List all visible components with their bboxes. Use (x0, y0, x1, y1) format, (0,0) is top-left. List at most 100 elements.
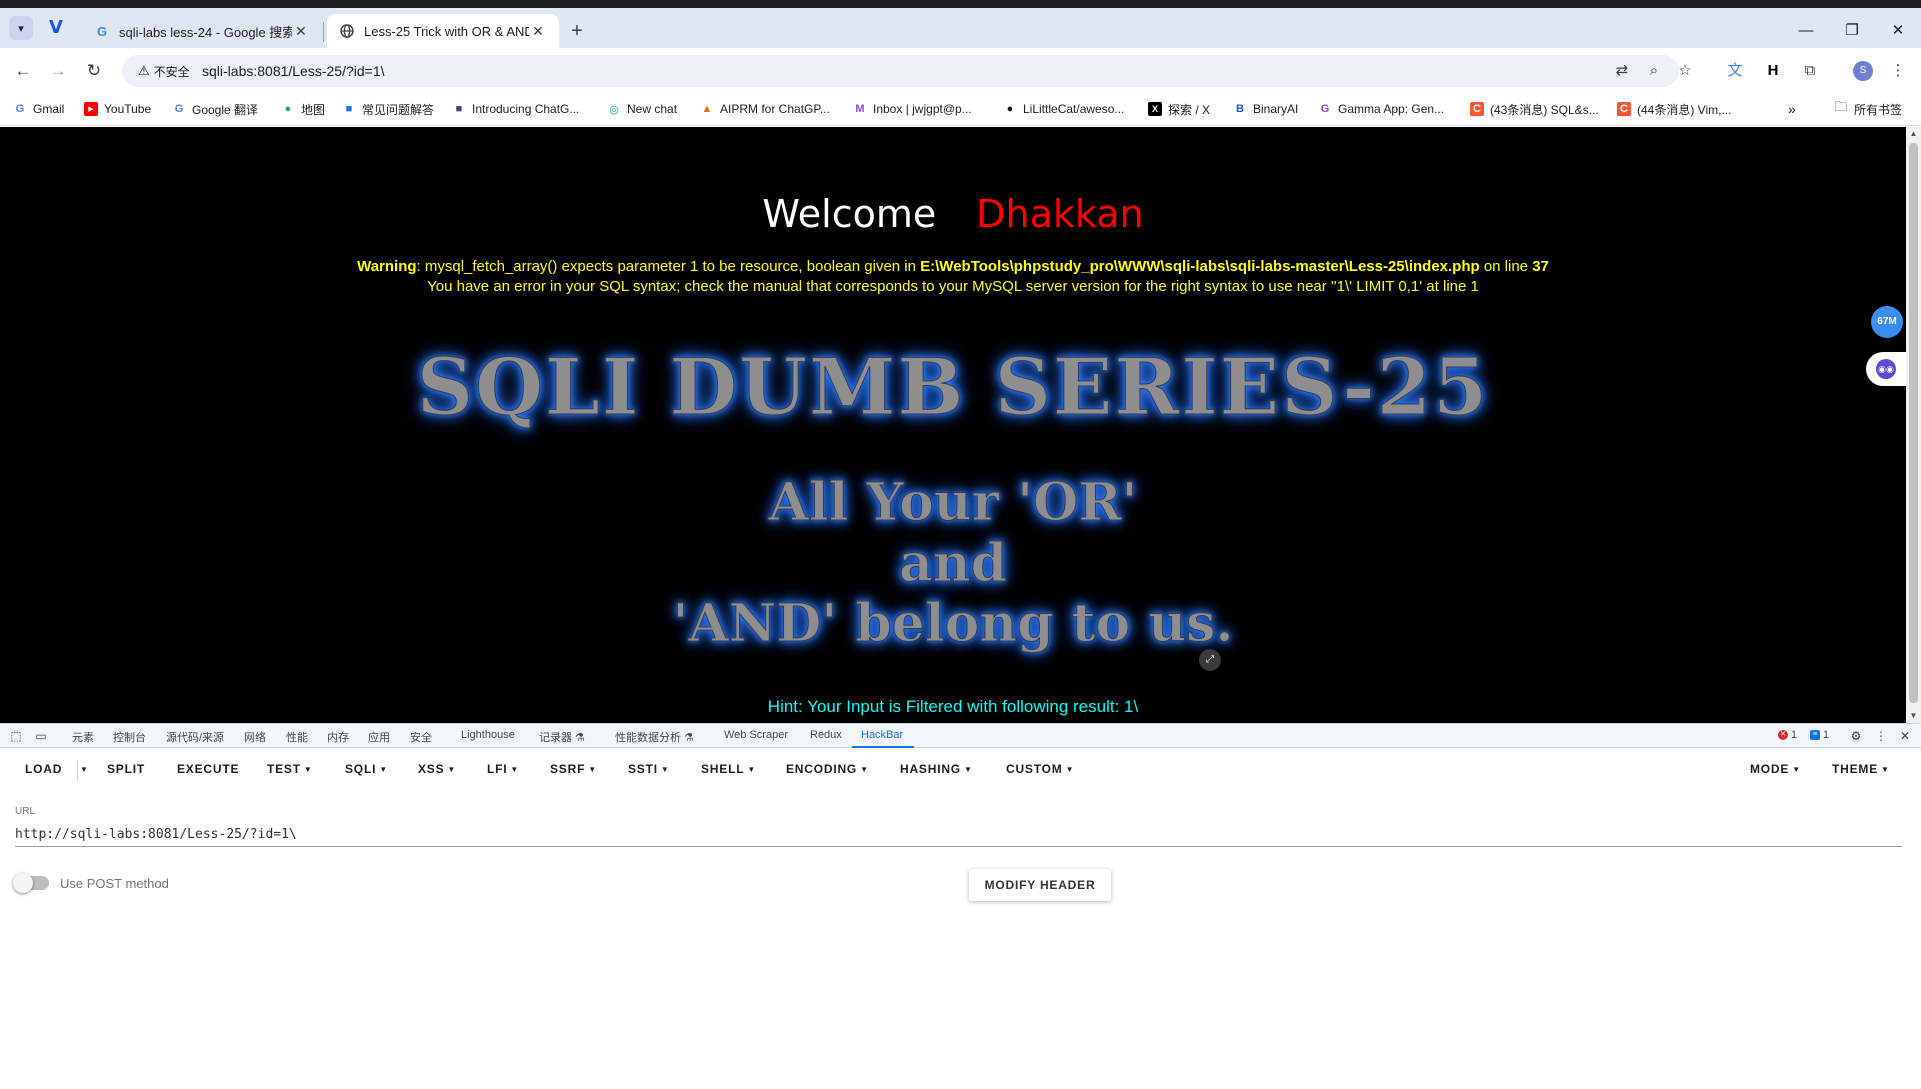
lfi-menu[interactable]: LFI ▼ (487, 762, 519, 776)
pinned-logo-icon[interactable]: V (49, 18, 69, 38)
sqli-menu[interactable]: SQLI ▼ (345, 762, 388, 776)
tab-performance-insights[interactable]: 性能数据分析 ⚗ (615, 729, 694, 745)
scroll-down-icon[interactable]: ▼ (1906, 711, 1921, 720)
all-bookmarks-folder[interactable]: 🗀 所有书签 (1834, 99, 1902, 118)
custom-menu[interactable]: CUSTOM ▼ (1006, 762, 1074, 776)
zoom-icon[interactable]: ⌕ (1644, 61, 1664, 81)
chatgpt-icon: ■ (455, 103, 463, 115)
message-counter[interactable]: ≡ 1 (1810, 729, 1829, 741)
devtools-settings-gear-icon[interactable]: ⚙ (1848, 728, 1864, 744)
post-method-toggle[interactable] (13, 873, 49, 893)
caret-down-icon: ▼ (510, 765, 520, 774)
bookmark-youtube[interactable]: ▶ YouTube (84, 100, 151, 118)
welcome-heading: Welcome Dhakkan (0, 192, 1906, 236)
theme-menu[interactable]: THEME ▼ (1832, 762, 1890, 776)
bookmark-github[interactable]: ● LiLittleCat/aweso... (1003, 100, 1125, 118)
devtools-close-icon[interactable]: ✕ (1897, 728, 1913, 744)
tab-application[interactable]: 应用 (368, 729, 390, 745)
map-pin-icon: ● (284, 103, 292, 115)
more-menu-icon[interactable]: ⋮ (1887, 60, 1909, 82)
reload-button[interactable]: ↻ (81, 58, 107, 84)
forward-button[interactable]: → (45, 58, 71, 84)
bookmark-new-chat[interactable]: ◎ New chat (607, 100, 677, 118)
address-url[interactable]: sqli-labs:8081/Less-25/?id=1\ (202, 63, 385, 79)
hackbar-extension-icon[interactable]: H (1762, 60, 1784, 82)
back-button[interactable]: ← (10, 58, 36, 84)
shell-menu[interactable]: SHELL ▼ (701, 762, 756, 776)
inspect-element-icon[interactable]: ⬚ (8, 728, 24, 744)
profile-avatar[interactable]: S (1853, 61, 1873, 81)
tab-memory[interactable]: 内存 (327, 729, 349, 745)
encoding-menu[interactable]: ENCODING ▼ (786, 762, 869, 776)
subtitle-line-2: and (899, 533, 1008, 595)
bookmark-star-icon[interactable]: ☆ (1675, 61, 1695, 81)
tab-recorder[interactable]: 记录器 ⚗ (539, 729, 585, 745)
tab-search-button[interactable]: ▾ (9, 16, 33, 40)
close-window-button[interactable]: ✕ (1883, 18, 1913, 44)
globe-icon (339, 23, 355, 39)
new-tab-button[interactable]: + (565, 20, 589, 44)
load-dropdown-caret-icon[interactable]: ▼ (80, 765, 89, 774)
url-input[interactable] (15, 823, 1902, 847)
bookmark-introducing-chatgpt[interactable]: ■ Introducing ChatG... (452, 100, 580, 118)
load-button[interactable]: LOAD (25, 762, 62, 776)
devtools-more-icon[interactable]: ⋮ (1873, 728, 1889, 744)
ssti-menu[interactable]: SSTI ▼ (628, 762, 670, 776)
tab-security[interactable]: 安全 (410, 729, 432, 745)
tab-lighthouse[interactable]: Lighthouse (461, 729, 515, 741)
execute-button[interactable]: EXECUTE (177, 762, 239, 776)
bookmark-aiprm[interactable]: ▲ AIPRM for ChatGP... (700, 100, 830, 118)
ssrf-menu[interactable]: SSRF ▼ (550, 762, 597, 776)
tab-elements[interactable]: 元素 (72, 729, 94, 745)
split-button[interactable]: SPLIT (107, 762, 145, 776)
bookmark-csdn-43[interactable]: C (43条消息) SQL&s... (1470, 100, 1599, 118)
tab-web-scraper[interactable]: Web Scraper (724, 729, 788, 741)
close-tab-icon[interactable]: ✕ (529, 23, 547, 40)
address-bar[interactable]: ⚠ 不安全 sqli-labs:8081/Less-25/?id=1\ ⇄ ⌕ … (122, 55, 1692, 87)
bookmark-inbox[interactable]: M Inbox | jwjgpt@p... (853, 100, 971, 118)
scroll-up-icon[interactable]: ▲ (1906, 129, 1921, 138)
tab-network[interactable]: 网络 (244, 729, 266, 745)
close-tab-icon[interactable]: ✕ (292, 23, 310, 40)
hint-text: Hint: Your Input is Filtered with follow… (767, 697, 1139, 716)
error-counter[interactable]: ✕ 1 (1778, 729, 1797, 741)
tab-less-25[interactable]: Less-25 Trick with OR & AND ✕ (327, 14, 559, 48)
tab-sources[interactable]: 源代码/来源 (166, 729, 224, 745)
xss-menu[interactable]: XSS ▼ (418, 762, 456, 776)
tab-hackbar[interactable]: HackBar (861, 729, 903, 741)
tab-console[interactable]: 控制台 (113, 729, 146, 745)
device-toolbar-icon[interactable]: ▭ (33, 728, 49, 744)
url-field-label: URL (15, 806, 36, 817)
caret-down-icon: ▼ (379, 765, 388, 774)
caret-down-icon: ▼ (660, 765, 670, 774)
assistant-widget[interactable]: ◉◉ (1866, 352, 1906, 386)
memory-badge[interactable]: 67M (1871, 306, 1903, 338)
hashing-menu[interactable]: HASHING ▼ (900, 762, 973, 776)
page-scrollbar[interactable]: ▲ ▼ (1906, 127, 1921, 723)
bookmark-faq[interactable]: ■ 常见问题解答 (342, 100, 434, 118)
bookmark-x[interactable]: X 探索 / X (1148, 100, 1210, 118)
bookmark-binaryai[interactable]: B BinaryAI (1233, 100, 1298, 118)
bookmark-gamma[interactable]: G Gamma App: Gen... (1318, 100, 1444, 118)
restore-button[interactable]: ❐ (1837, 18, 1867, 44)
expand-image-icon[interactable]: ⤢ (1199, 649, 1221, 671)
minimize-button[interactable]: — (1791, 18, 1821, 44)
browser-toolbar: ← → ↻ ⚠ 不安全 sqli-labs:8081/Less-25/?id=1… (0, 48, 1921, 92)
bookmark-csdn-44[interactable]: C (44条消息) Vim,... (1617, 100, 1731, 118)
bookmark-gmail[interactable]: G Gmail (13, 100, 65, 118)
mode-menu[interactable]: MODE ▼ (1750, 762, 1801, 776)
translate-icon[interactable]: ⇄ (1612, 61, 1632, 81)
translate-extension-icon[interactable]: 文 (1724, 60, 1746, 82)
bookmark-maps[interactable]: ● 地图 (281, 100, 325, 118)
modify-header-button[interactable]: MODIFY HEADER (969, 869, 1111, 901)
bookmark-google-translate[interactable]: G Google 翻译 (172, 100, 258, 118)
test-menu[interactable]: TEST ▼ (267, 762, 313, 776)
tab-performance[interactable]: 性能 (286, 729, 308, 745)
tab-google-search[interactable]: G sqli-labs less-24 - Google 搜索 ✕ (82, 14, 322, 48)
bookmarks-overflow-icon[interactable]: » (1788, 100, 1796, 118)
scrollbar-thumb[interactable] (1909, 143, 1918, 703)
tab-redux[interactable]: Redux (810, 729, 842, 741)
caret-down-icon: ▼ (860, 765, 869, 774)
extensions-puzzle-icon[interactable]: ⧉ (1799, 60, 1821, 82)
site-security-chip[interactable]: ⚠ 不安全 (130, 60, 198, 82)
